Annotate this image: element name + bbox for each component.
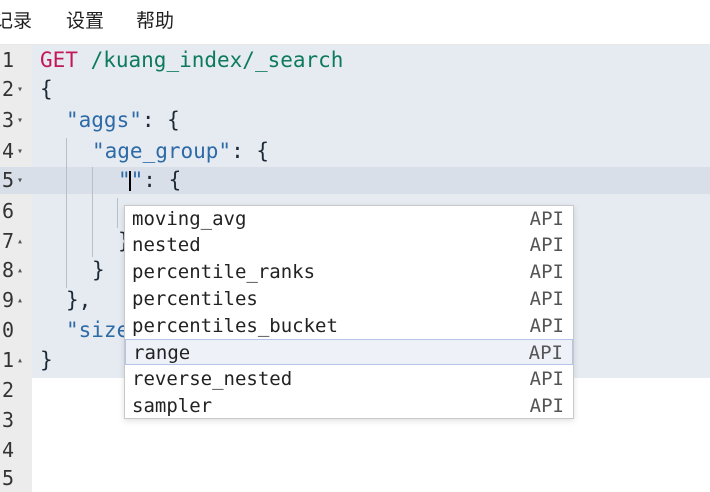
gutter-line: 2 ▾	[0, 76, 32, 103]
line-number: 1	[1, 348, 14, 372]
gutter-line: 8 ▴	[0, 257, 32, 284]
json-key: "age_group"	[92, 139, 232, 163]
suggestion-type: API	[529, 368, 564, 390]
gutter-line: 5	[0, 465, 32, 492]
suggestion-type: API	[529, 395, 564, 417]
code-line-5[interactable]: "": {	[118, 167, 181, 194]
autocomplete-item[interactable]: reverse_nested API	[125, 366, 573, 392]
fold-toggle-icon[interactable]: ▾	[17, 167, 23, 194]
code-line-9[interactable]: },	[66, 287, 91, 314]
text-cursor	[129, 171, 131, 191]
suggestion-label: nested	[132, 234, 201, 256]
fold-toggle-icon[interactable]: ▴	[17, 347, 23, 374]
suggestion-type: API	[529, 288, 564, 310]
json-key: "aggs"	[66, 108, 142, 132]
code-line-4[interactable]: "age_group": {	[92, 138, 269, 165]
code-line-3[interactable]: "aggs": {	[66, 107, 180, 134]
fold-toggle-icon[interactable]: ▴	[17, 228, 23, 255]
line-number: 6	[1, 199, 14, 223]
suggestion-label: range	[133, 342, 191, 364]
suggestion-type: API	[529, 261, 564, 283]
line-number: 3	[1, 408, 14, 432]
autocomplete-item[interactable]: percentile_ranks API	[125, 259, 573, 285]
autocomplete-item[interactable]: percentiles_bucket API	[125, 313, 573, 339]
gutter-line: 1 ▴	[0, 347, 32, 374]
gutter-line: 9 ▴	[0, 287, 32, 314]
line-number: 4	[1, 139, 14, 163]
line-number: 2	[1, 378, 14, 402]
gutter-line: 3	[0, 407, 32, 434]
active-line-highlight	[0, 167, 710, 194]
suggestion-label: reverse_nested	[132, 368, 293, 390]
fold-toggle-icon[interactable]: ▴	[17, 287, 23, 314]
menu-bar: 记录 设置 帮助	[0, 0, 710, 45]
code-line-2[interactable]: {	[40, 76, 53, 103]
gutter-line: 0	[0, 317, 32, 344]
code-text: : {	[231, 139, 270, 163]
line-number: 8	[1, 258, 14, 282]
http-method: GET	[40, 48, 78, 72]
code-line-1[interactable]: GET /kuang_index/_search	[40, 47, 343, 74]
fold-toggle-icon[interactable]: ▴	[17, 257, 23, 284]
code-text: }	[40, 348, 53, 372]
code-text: },	[66, 288, 92, 312]
line-number: 2	[1, 77, 14, 101]
suggestion-type: API	[529, 208, 564, 230]
fold-toggle-icon[interactable]: ▾	[17, 138, 23, 165]
autocomplete-item[interactable]: percentiles API	[125, 286, 573, 312]
suggestion-type: API	[528, 342, 563, 364]
autocomplete-item[interactable]: moving_avg API	[125, 206, 573, 232]
fold-toggle-icon[interactable]: ▾	[17, 107, 23, 134]
suggestion-label: percentiles	[132, 288, 258, 310]
line-number: 0	[1, 318, 14, 342]
line-number: 9	[1, 288, 14, 312]
suggestion-label: moving_avg	[132, 208, 247, 230]
suggestion-type: API	[529, 234, 564, 256]
autocomplete-item[interactable]: nested API	[125, 232, 573, 258]
gutter-line: 4 ▾	[0, 138, 32, 165]
menu-item-settings[interactable]: 设置	[66, 6, 104, 33]
autocomplete-item-selected[interactable]: range API	[125, 339, 573, 365]
gutter-line: 7 ▴	[0, 228, 32, 255]
code-text: : {	[141, 108, 180, 132]
line-number: 3	[1, 108, 14, 132]
indent-guide	[66, 138, 67, 288]
gutter-line: 4	[0, 437, 32, 464]
autocomplete-item[interactable]: sampler API	[125, 393, 573, 419]
indent-guide	[92, 167, 93, 257]
line-number: 4	[1, 438, 14, 462]
json-key: "size	[66, 318, 130, 342]
suggestion-label: percentile_ranks	[132, 261, 316, 283]
line-number: 1	[1, 48, 14, 72]
suggestion-label: percentiles_bucket	[132, 315, 338, 337]
gutter-line: 2	[0, 377, 32, 404]
gutter-line: 1	[0, 47, 32, 74]
line-number: 5	[1, 168, 14, 192]
gutter-line: 6	[0, 198, 32, 225]
code-text: {	[40, 77, 53, 101]
line-number: 5	[1, 466, 14, 490]
fold-toggle-icon[interactable]: ▾	[17, 76, 23, 103]
line-number: 7	[1, 229, 14, 253]
request-path: /kuang_index/_search	[77, 48, 344, 72]
menu-item-history[interactable]: 记录	[0, 6, 32, 33]
suggestion-label: sampler	[132, 395, 213, 417]
code-text: }	[92, 258, 105, 282]
menu-item-help[interactable]: 帮助	[136, 6, 174, 33]
code-text: : {	[143, 168, 182, 192]
gutter-line: 5 ▾	[0, 167, 32, 194]
code-line-10[interactable]: "size	[66, 317, 129, 344]
indent-guide	[117, 198, 118, 228]
gutter-line: 3 ▾	[0, 107, 32, 134]
suggestion-type: API	[529, 315, 564, 337]
code-line-8[interactable]: }	[92, 257, 105, 284]
autocomplete-popup: moving_avg API nested API percentile_ranks…	[124, 205, 574, 419]
code-line-11[interactable]: }	[40, 347, 53, 374]
